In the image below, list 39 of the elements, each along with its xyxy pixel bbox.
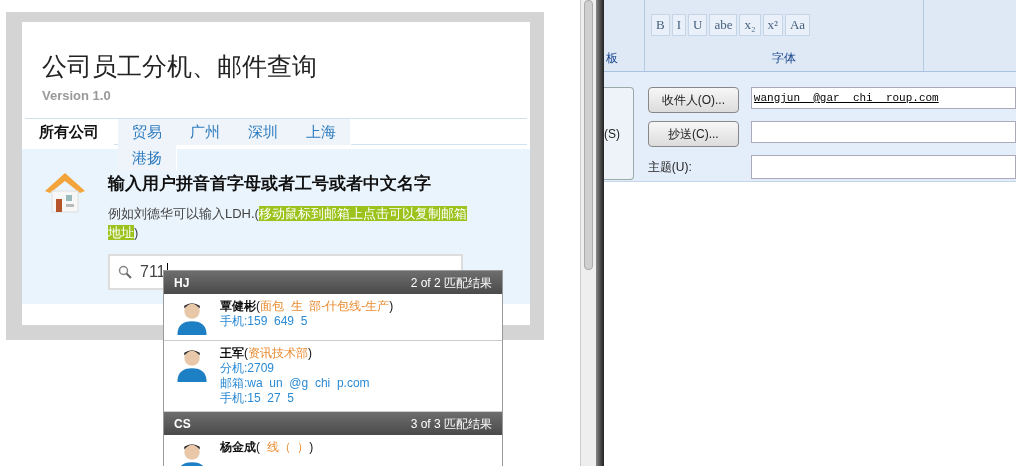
result-item[interactable]: 覃健彬(面包 生 部-什包线-生产) 手机:159 649 5 xyxy=(164,294,502,341)
match-count: 3 of 3 匹配结果 xyxy=(410,415,492,433)
contact-line: 手机:15 27 5 xyxy=(220,391,296,406)
company-tab[interactable]: 上海 xyxy=(292,118,351,145)
match-count: 2 of 2 匹配结果 xyxy=(410,274,492,292)
format-button[interactable]: U xyxy=(688,14,708,36)
company-tab[interactable]: 港扬 xyxy=(118,144,177,171)
contact-line: 分机:2709 xyxy=(220,361,276,376)
subject-field[interactable] xyxy=(750,155,1016,179)
person-name: 覃健彬(面包 生 部-什包线-生产) xyxy=(220,299,394,314)
company-tab[interactable]: 贸易 xyxy=(118,118,177,145)
company-tab[interactable]: 深圳 xyxy=(234,118,293,145)
company-tab[interactable]: 广州 xyxy=(176,118,235,145)
send-button[interactable]: (S) xyxy=(604,87,634,180)
format-button[interactable]: I xyxy=(671,14,686,36)
result-item[interactable]: 杨金成( 线（ ）) xyxy=(164,435,502,466)
format-button[interactable]: x₂ xyxy=(739,14,761,36)
page-title: 公司员工分机、邮件查询 xyxy=(42,52,318,82)
prompt-heading: 输入用户拼音首字母或者工号或者中文名字 xyxy=(108,172,432,195)
group-code: HJ xyxy=(174,274,190,292)
ribbon-group-label: 板 xyxy=(606,50,619,67)
scrollbar[interactable] xyxy=(580,0,596,466)
search-icon xyxy=(118,265,132,279)
cc-button[interactable]: 抄送(C)... xyxy=(647,121,739,147)
format-button[interactable]: Aa xyxy=(784,14,811,36)
contact-line: 邮箱:wa un @g chi p.com xyxy=(220,376,370,391)
group-code: CS xyxy=(174,415,191,433)
person-name: 王军(资讯技术部) xyxy=(220,346,313,361)
format-button[interactable]: abe xyxy=(709,14,738,36)
subject-label: 主题(U): xyxy=(647,159,693,176)
version-label: Version 1.0 xyxy=(42,87,112,105)
person-name: 杨金成( 线（ ）) xyxy=(220,440,314,455)
to-button[interactable]: 收件人(O)... xyxy=(647,87,739,113)
contact-line: 手机:159 649 5 xyxy=(220,314,309,329)
to-field[interactable]: wangjun @gar chi roup.com xyxy=(750,87,1016,109)
ribbon-group-label: 字体 xyxy=(771,50,797,67)
cc-field[interactable] xyxy=(750,121,1016,143)
format-button[interactable]: x² xyxy=(762,14,783,36)
format-button[interactable]: B xyxy=(651,14,670,36)
